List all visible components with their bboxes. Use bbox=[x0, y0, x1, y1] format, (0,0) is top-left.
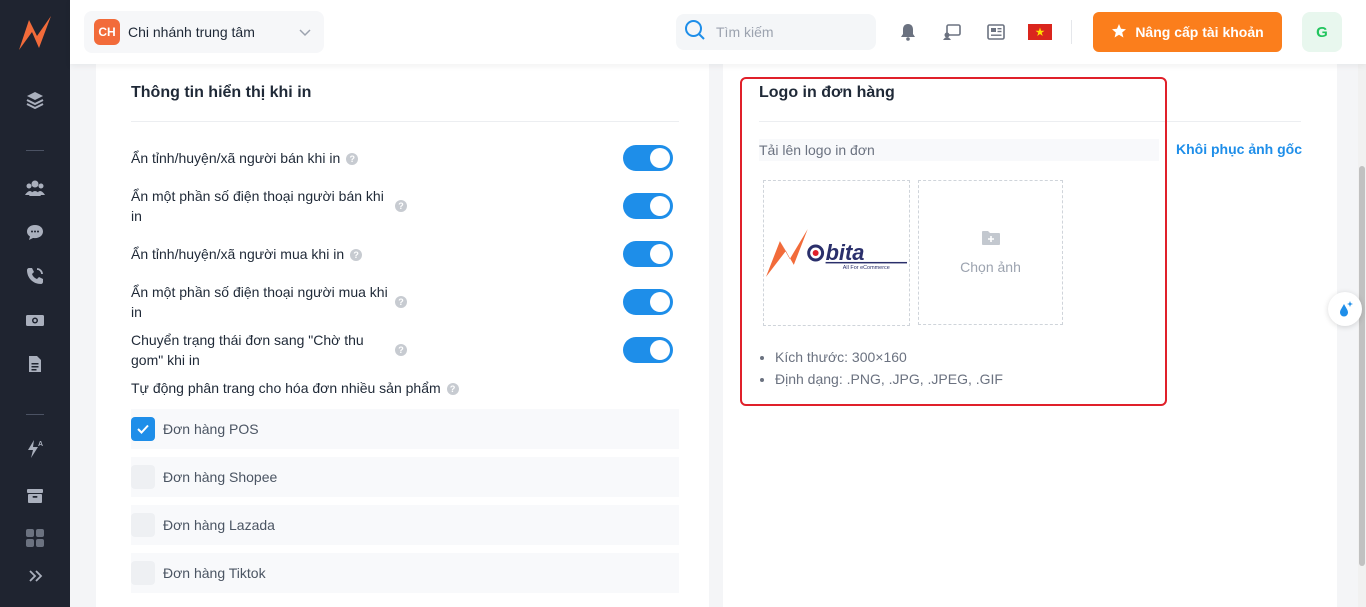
divider bbox=[759, 121, 1301, 122]
branch-selector[interactable]: CH Chi nhánh trung tâm bbox=[84, 11, 324, 53]
upgrade-label: Nâng cấp tài khoản bbox=[1135, 24, 1264, 40]
upload-logo-label: Tải lên logo in đơn bbox=[759, 139, 1159, 161]
restore-original-link[interactable]: Khôi phục ảnh gốc bbox=[1176, 141, 1302, 157]
vietnam-flag-icon[interactable] bbox=[1027, 22, 1053, 42]
toggle-label-pickup-status: Chuyển trạng thái đơn sang "Chờ thu gom"… bbox=[131, 332, 364, 368]
auto-paging-label: Tự động phân trang cho hóa đơn nhiều sản… bbox=[131, 378, 459, 398]
chevron-down-icon bbox=[298, 25, 312, 44]
toggle-hide-buyer-phone[interactable] bbox=[623, 289, 673, 315]
help-icon[interactable]: ? bbox=[350, 249, 363, 262]
flash-ads-icon[interactable]: A bbox=[24, 438, 46, 460]
sidebar: A bbox=[0, 0, 70, 607]
svg-text:A: A bbox=[38, 441, 43, 448]
branch-name: Chi nhánh trung tâm bbox=[128, 24, 255, 40]
branch-avatar: CH bbox=[94, 19, 120, 45]
help-icon[interactable]: ? bbox=[346, 153, 359, 166]
floating-assistant-button[interactable] bbox=[1328, 292, 1362, 326]
checkbox-tiktok[interactable] bbox=[131, 561, 155, 585]
print-settings-title: Thông tin hiển thị khi in bbox=[131, 84, 312, 101]
checkbox-row-shopee[interactable]: Đơn hàng Shopee bbox=[131, 457, 679, 497]
users-icon[interactable] bbox=[24, 177, 46, 199]
toggle-pickup-status[interactable] bbox=[623, 337, 673, 363]
divider bbox=[131, 121, 679, 122]
news-icon[interactable] bbox=[986, 22, 1006, 42]
phone-icon[interactable] bbox=[24, 265, 46, 287]
search-icon bbox=[684, 19, 706, 46]
logo-settings-title: Logo in đơn hàng bbox=[759, 84, 895, 101]
document-icon[interactable] bbox=[24, 353, 46, 375]
checkbox-label: Đơn hàng Shopee bbox=[163, 469, 278, 485]
archive-icon[interactable] bbox=[24, 485, 46, 507]
toggle-label-hide-buyer-address: Ẩn tỉnh/huyện/xã người mua khi in? bbox=[131, 244, 363, 264]
logo-tagline: All For eCommerce bbox=[843, 265, 890, 271]
checkbox-lazada[interactable] bbox=[131, 513, 155, 537]
star-icon bbox=[1111, 23, 1127, 42]
toggle-label-hide-seller-phone: Ẩn một phần số điện thoại người bán khi … bbox=[131, 188, 384, 224]
apps-grid-icon[interactable] bbox=[24, 527, 46, 549]
checkbox-label: Đơn hàng Lazada bbox=[163, 517, 275, 533]
toggle-hide-seller-address[interactable] bbox=[623, 145, 673, 171]
search-input[interactable] bbox=[716, 24, 866, 40]
sparkle-icon bbox=[1340, 301, 1353, 317]
upgrade-account-button[interactable]: Nâng cấp tài khoản bbox=[1093, 12, 1282, 52]
checkbox-row-lazada[interactable]: Đơn hàng Lazada bbox=[131, 505, 679, 545]
help-icon[interactable]: ? bbox=[395, 344, 407, 356]
logo-spec-list: Kích thước: 300×160 Định dạng: .PNG, .JP… bbox=[775, 346, 1003, 390]
user-avatar[interactable]: G bbox=[1302, 12, 1342, 52]
nobita-logo-image: bita All For eCommerce bbox=[765, 229, 908, 277]
money-icon[interactable] bbox=[24, 309, 46, 331]
scrollbar-thumb[interactable] bbox=[1359, 166, 1365, 566]
support-icon[interactable] bbox=[942, 22, 962, 42]
help-icon[interactable]: ? bbox=[395, 200, 407, 212]
list-item: Kích thước: 300×160 bbox=[775, 346, 1003, 368]
topbar-divider bbox=[1071, 20, 1072, 44]
logo-wordmark: bita bbox=[826, 240, 865, 265]
expand-icon[interactable] bbox=[24, 565, 46, 587]
checkbox-label: Đơn hàng POS bbox=[163, 421, 259, 437]
checkbox-row-pos[interactable]: Đơn hàng POS bbox=[131, 409, 679, 449]
sidebar-divider bbox=[26, 414, 44, 415]
sidebar-divider bbox=[26, 150, 44, 151]
check-icon bbox=[137, 424, 149, 434]
checkbox-row-tiktok[interactable]: Đơn hàng Tiktok bbox=[131, 553, 679, 593]
current-logo-preview[interactable]: bita All For eCommerce bbox=[763, 180, 910, 326]
layers-icon[interactable] bbox=[24, 89, 46, 111]
app-logo-icon[interactable] bbox=[17, 14, 53, 52]
toggle-label-hide-buyer-phone: Ẩn một phần số điện thoại người mua khi … bbox=[131, 284, 388, 320]
folder-add-icon bbox=[981, 230, 1001, 249]
topbar: CH Chi nhánh trung tâm Nâng cấp tài khoả… bbox=[70, 0, 1366, 64]
checkbox-pos[interactable] bbox=[131, 417, 155, 441]
checkbox-shopee[interactable] bbox=[131, 465, 155, 489]
list-item: Định dạng: .PNG, .JPG, .JPEG, .GIF bbox=[775, 368, 1003, 390]
chat-icon[interactable] bbox=[24, 221, 46, 243]
toggle-hide-seller-phone[interactable] bbox=[623, 193, 673, 219]
toggle-hide-buyer-address[interactable] bbox=[623, 241, 673, 267]
checkbox-label: Đơn hàng Tiktok bbox=[163, 565, 266, 581]
choose-image-label: Chọn ảnh bbox=[960, 259, 1021, 275]
help-icon[interactable]: ? bbox=[446, 383, 459, 396]
search-box[interactable] bbox=[676, 14, 876, 50]
toggle-label-hide-seller-address: Ẩn tỉnh/huyện/xã người bán khi in? bbox=[131, 148, 359, 168]
help-icon[interactable]: ? bbox=[395, 296, 407, 308]
choose-image-button[interactable]: Chọn ảnh bbox=[918, 180, 1063, 325]
bell-icon[interactable] bbox=[898, 22, 918, 42]
